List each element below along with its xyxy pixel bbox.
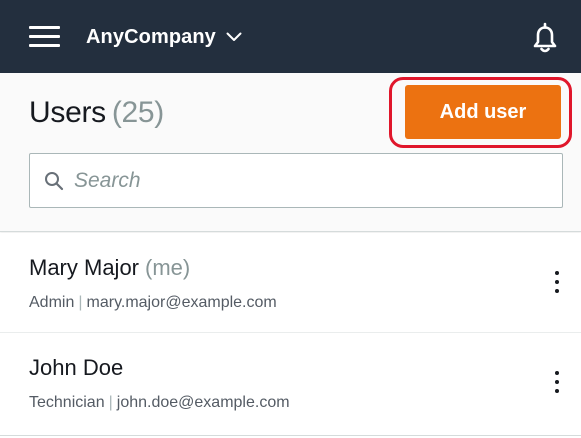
more-vertical-icon[interactable]	[548, 269, 566, 295]
add-user-button[interactable]: Add user	[405, 85, 561, 139]
user-role: Admin	[29, 294, 75, 311]
search-box[interactable]	[29, 153, 563, 208]
user-name-line: Mary Major (me)	[29, 255, 190, 281]
user-count: (25)	[111, 96, 164, 129]
company-switcher[interactable]: AnyCompany	[86, 22, 242, 52]
more-vertical-icon[interactable]	[548, 369, 566, 395]
meta-separator: |	[108, 394, 113, 411]
user-role: Technician	[29, 394, 105, 411]
page-title: Users (25)	[29, 96, 164, 130]
user-email: mary.major@example.com	[86, 294, 277, 311]
top-navigation-bar: AnyCompany	[0, 0, 581, 73]
users-header: Users (25) Add user	[0, 73, 581, 232]
hamburger-menu-icon[interactable]	[29, 26, 60, 48]
user-name: Mary Major	[29, 255, 140, 280]
user-email: john.doe@example.com	[116, 394, 290, 411]
user-list-item[interactable]: Mary Major (me) Admin | mary.major@example.…	[0, 233, 581, 333]
search-input[interactable]	[74, 164, 544, 198]
bell-icon	[533, 22, 557, 53]
company-name: AnyCompany	[86, 25, 216, 48]
user-name: John Doe	[29, 355, 124, 380]
search-icon	[45, 172, 64, 191]
user-list-item[interactable]: John Doe Technician | john.doe@example.com	[0, 333, 581, 436]
user-details: Admin | mary.major@example.com	[29, 294, 277, 312]
current-user-label: (me)	[145, 255, 191, 280]
notifications-button[interactable]	[528, 22, 562, 54]
page-title-text: Users	[29, 96, 106, 129]
user-list: Mary Major (me) Admin | mary.major@example.…	[0, 233, 581, 436]
user-name-line: John Doe	[29, 355, 123, 381]
app-window: AnyCompany Users (25) Add user Search Ma…	[0, 0, 581, 438]
meta-separator: |	[78, 294, 83, 311]
user-details: Technician | john.doe@example.com	[29, 394, 290, 412]
chevron-down-icon	[226, 32, 242, 41]
